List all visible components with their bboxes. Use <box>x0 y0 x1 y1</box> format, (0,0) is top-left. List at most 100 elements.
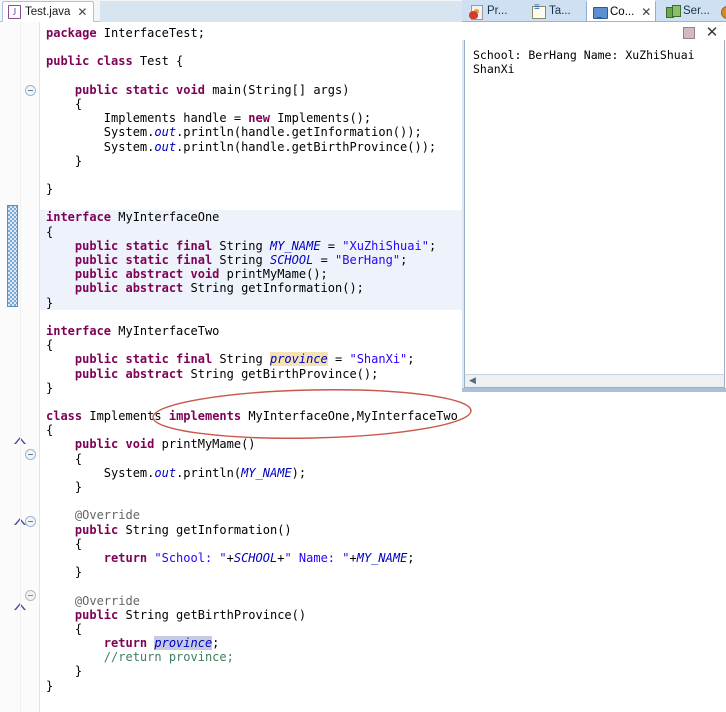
editor-tab-test-java[interactable]: Test.java ✕ <box>2 1 95 22</box>
code-token: " Name: " <box>284 550 350 565</box>
code-token: } <box>46 380 54 395</box>
close-icon[interactable]: ✕ <box>641 5 651 19</box>
console-output-area[interactable]: School: BerHang Name: XuZhiShuai ShanXi <box>464 40 725 376</box>
console-horizontal-scrollbar[interactable]: ◀ <box>464 374 725 388</box>
code-token: = <box>313 253 336 267</box>
code-line: //return province; <box>40 650 462 664</box>
eclipse-ide-window: Test.java ✕ package InterfaceTest; publi… <box>0 0 726 712</box>
code-token: Implements <box>89 409 169 424</box>
code-line: { <box>40 423 462 437</box>
java-editor: Test.java ✕ package InterfaceTest; publi… <box>0 0 472 712</box>
code-token: } <box>46 480 83 494</box>
console-output-text: School: BerHang Name: XuZhiShuai ShanXi <box>473 48 695 76</box>
code-token: = <box>327 352 350 367</box>
code-token: return <box>103 636 155 651</box>
java-file-icon <box>8 4 21 20</box>
console-view: Pr... Ta... Co... ✕ Ser... ✕ School: BerHang… <box>462 0 726 392</box>
code-line: class Implements implements MyInterfaceO… <box>40 409 462 423</box>
more-views-icon <box>719 4 726 19</box>
fold-toggle-icon[interactable] <box>25 449 36 460</box>
code-token: .println( <box>176 465 242 480</box>
code-token: public abstract void <box>74 267 227 282</box>
console-tab-label: Ser... <box>683 5 710 17</box>
code-token: MY_NAME <box>269 238 321 253</box>
code-token: } <box>46 678 54 693</box>
code-line: @Override <box>40 594 462 608</box>
console-tab-co[interactable]: Co... ✕ <box>586 0 656 21</box>
code-token: return <box>103 550 155 565</box>
code-token: { <box>46 224 54 239</box>
code-line: @Override <box>40 508 462 522</box>
code-token: .println(handle.getInformation()); <box>176 125 422 140</box>
code-token: public static final <box>74 238 220 253</box>
code-token: { <box>46 536 83 551</box>
fold-toggle-icon[interactable] <box>25 516 36 527</box>
close-icon[interactable]: ✕ <box>704 24 720 40</box>
code-token: ; <box>212 636 220 651</box>
code-token: printMyMame() <box>161 437 256 452</box>
code-token: "ShanXi" <box>349 352 408 367</box>
code-line: public static final String SCHOOL = "Ber… <box>40 253 462 268</box>
code-line: } <box>40 154 462 168</box>
console-tab-pr[interactable]: Pr... <box>464 0 520 21</box>
code-token: Implements(); <box>277 111 372 126</box>
code-token: MY_NAME <box>241 465 292 480</box>
code-token: province <box>154 636 213 651</box>
code-line: { <box>40 338 462 352</box>
editor-tabbar-filler <box>100 1 462 22</box>
code-line: interface MyInterfaceTwo <box>40 324 462 338</box>
code-token: package <box>46 26 104 40</box>
code-token: MyInterfaceTwo <box>118 323 220 338</box>
scroll-left-arrow-icon[interactable]: ◀ <box>467 376 478 387</box>
code-line: return "School: "+SCHOOL+" Name: "+MY_NA… <box>40 551 462 565</box>
console-tab-more[interactable] <box>714 0 726 21</box>
code-token: Test { <box>139 54 184 69</box>
code-line: } <box>40 565 462 579</box>
code-token: } <box>46 153 83 168</box>
code-token: @Override <box>46 508 140 523</box>
fold-toggle-icon[interactable] <box>25 85 36 96</box>
code-content[interactable]: package InterfaceTest; public class Test… <box>40 22 462 712</box>
code-token: InterfaceTest; <box>103 26 205 40</box>
close-icon[interactable]: ✕ <box>77 6 87 18</box>
code-token: { <box>46 451 83 466</box>
console-tab-bar: Pr... Ta... Co... ✕ Ser... <box>462 0 726 22</box>
code-line: public void printMyMame() <box>40 437 462 451</box>
code-line: public abstract String getBirthProvince(… <box>40 367 462 381</box>
code-line: } <box>40 182 462 196</box>
code-line: Implements handle = new Implements(); <box>40 111 462 125</box>
code-token: ); <box>291 465 307 480</box>
code-token: public abstract <box>74 281 191 296</box>
terminate-button[interactable] <box>680 24 696 40</box>
editor-tab-label: Test.java <box>25 6 71 18</box>
code-token: public class <box>46 54 140 69</box>
code-token: ; <box>407 550 415 565</box>
code-line: return province; <box>40 636 462 651</box>
code-line: public static final String MY_NAME = "Xu… <box>40 238 462 253</box>
code-token: out <box>154 465 177 480</box>
console-tab-label: Pr... <box>487 5 508 17</box>
fold-toggle-icon[interactable] <box>25 590 36 601</box>
code-line: public class Test { <box>40 54 462 68</box>
code-token: String <box>219 352 270 367</box>
editor-gutter-separator <box>20 22 21 712</box>
code-token: MY_NAME <box>356 550 408 565</box>
console-tab-label: Co... <box>610 6 635 18</box>
code-token: //return province; <box>46 650 234 665</box>
problems-icon <box>469 4 484 20</box>
code-token: String getBirthProvince() <box>125 607 307 622</box>
code-line: public static void main(String[] args) <box>40 83 462 97</box>
code-line: interface MyInterfaceOne <box>40 210 462 225</box>
console-tab-ser[interactable]: Ser... <box>660 0 716 21</box>
code-token: } <box>46 182 54 197</box>
code-line: public static final String province = "S… <box>40 352 462 367</box>
console-tab-ta[interactable]: Ta... <box>526 0 582 21</box>
